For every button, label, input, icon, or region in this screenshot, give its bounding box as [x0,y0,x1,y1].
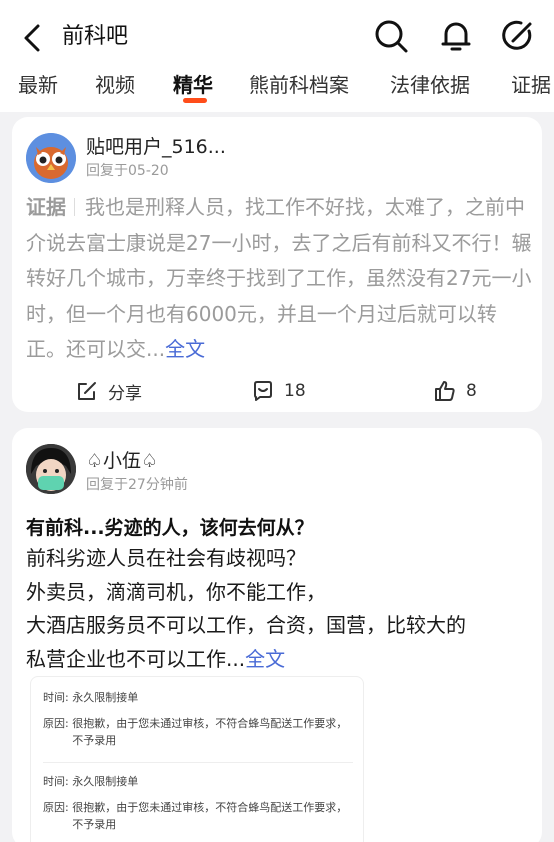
username[interactable]: 贴吧用户_516... [86,134,226,160]
fulltext-link[interactable]: 全文 [165,337,205,361]
post-line: 私营企业也不可以工作...全文 [26,646,286,671]
post-text: 我也是刑释人员，找工作不好找，太难了，之前中介说去富士康说是27一小时，去了之后… [26,195,532,361]
active-tab-indicator [183,98,207,103]
page-title: 前科吧 [62,24,129,49]
like-button[interactable]: 8 [434,375,477,407]
notice-entry: 时间: 永久限制接单 原因: 很抱歉，由于您未通过审核，不符合蜂鸟配送工作要求，… [43,691,348,747]
attached-image[interactable]: 时间: 永久限制接单 原因: 很抱歉，由于您未通过审核，不符合蜂鸟配送工作要求，… [30,676,364,842]
share-label: 分享 [108,383,142,404]
evidence-tag: 证据 [26,195,66,219]
post-title[interactable]: 有前科...劣迹的人，该何去何从？ [26,514,314,542]
avatar[interactable] [26,133,76,183]
bell-icon[interactable] [437,17,475,55]
post-content[interactable]: 前科劣迹人员在社会有歧视吗？ 外卖员，滴滴司机，你不能工作， 大酒店服务员不可以… [26,542,536,676]
comment-count: 18 [284,381,306,401]
reply-time: 回复于05-20 [86,163,169,179]
post-content[interactable]: 证据 我也是刑释人员，找工作不好找，太难了，之前中介说去富士康说是27一小时，去了… [26,190,532,368]
post-card[interactable]: ♤小伍♤ 回复于27分钟前 有前科...劣迹的人，该何去何从？ 前科劣迹人员在社… [12,428,542,842]
share-button[interactable]: 分享 [76,375,142,407]
share-icon [78,382,96,400]
tab-legal-basis[interactable]: 法律依据 [390,70,470,100]
top-bar: 前科吧 [0,0,554,72]
app-header: 前科吧 最新 视频 精华 熊前科档案 法律依据 证据 [0,0,554,112]
post-line: 外卖员，滴滴司机，你不能工作， [26,579,326,604]
tab-bar: 最新 视频 精华 熊前科档案 法律依据 证据 [0,70,554,110]
thumbs-up-icon [435,381,455,401]
post-actions: 分享 18 8 [12,375,542,407]
divider [43,762,353,763]
tab-bear-archive[interactable]: 熊前科档案 [249,70,349,100]
reply-time: 回复于27分钟前 [86,477,188,493]
tab-evidence[interactable]: 证据 [511,70,551,100]
avatar[interactable] [26,444,76,494]
search-icon[interactable] [372,17,410,55]
comment-button[interactable]: 18 [252,375,306,407]
divider [74,198,75,216]
post-line: 前科劣迹人员在社会有歧视吗？ [26,546,306,570]
compose-icon[interactable] [499,17,537,55]
fulltext-link[interactable]: 全文 [245,647,285,671]
tab-featured[interactable]: 精华 [173,70,213,100]
like-count: 8 [466,381,477,401]
username[interactable]: ♤小伍♤ [86,448,158,474]
tab-video[interactable]: 视频 [95,70,135,100]
notice-entry: 时间: 永久限制接单 原因: 很抱歉，由于您未通过审核，不符合蜂鸟配送工作要求，… [43,775,348,831]
comment-icon [254,381,272,401]
post-line: 大酒店服务员不可以工作，合资，国营，比较大的 [26,613,466,637]
post-card[interactable]: 贴吧用户_516... 回复于05-20 证据 我也是刑释人员，找工作不好找，太难… [12,117,542,412]
back-icon[interactable] [18,20,48,56]
tab-latest[interactable]: 最新 [18,70,58,100]
